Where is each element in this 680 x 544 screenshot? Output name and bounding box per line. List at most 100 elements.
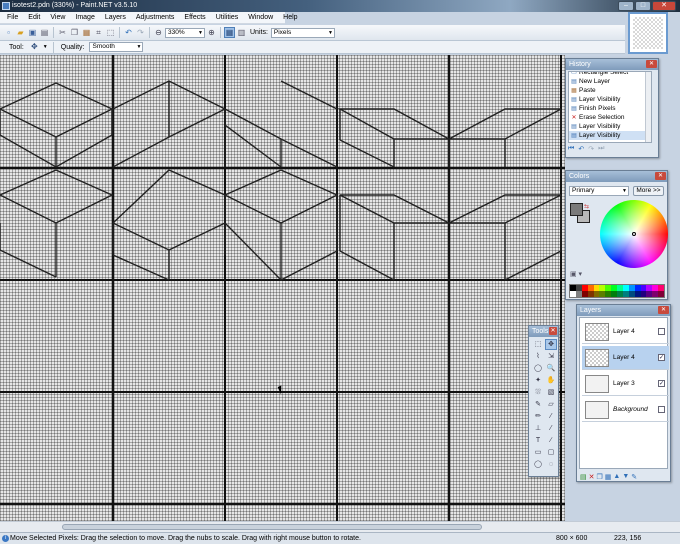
duplicate-layer-icon[interactable]: ❐ — [597, 473, 603, 481]
print-icon[interactable]: ▤ — [39, 27, 50, 38]
freeform-shape-icon[interactable]: ◌ — [545, 459, 557, 470]
rounded-rectangle-icon[interactable]: ▢ — [545, 447, 557, 458]
history-title[interactable]: History ✕ — [566, 59, 658, 70]
swap-colors-icon[interactable]: ⇆ — [584, 203, 589, 210]
close-icon[interactable]: ✕ — [549, 327, 557, 335]
ellipse-select-icon[interactable]: ◯ — [532, 363, 544, 374]
close-button[interactable]: ✕ — [652, 1, 676, 11]
image-thumbnail-tab[interactable] — [628, 12, 668, 54]
redo-icon[interactable]: ↷ — [135, 27, 146, 38]
paintbrush-icon[interactable]: ✎ — [532, 399, 544, 410]
color-mode-combo[interactable]: Primary ▼ — [569, 186, 629, 196]
history-item[interactable]: ▤ New Layer — [569, 77, 651, 86]
copy-icon[interactable]: ❐ — [69, 27, 80, 38]
layer-row[interactable]: Layer 4 ✓ — [582, 346, 669, 370]
scrollbar-thumb[interactable] — [62, 524, 482, 530]
layer-row[interactable]: Background — [582, 398, 669, 422]
layer-visibility-checkbox[interactable] — [658, 328, 665, 335]
move-layer-down-icon[interactable]: ▼ — [622, 473, 629, 481]
maximize-button[interactable]: □ — [635, 1, 651, 11]
menu-window[interactable]: Window — [243, 12, 278, 24]
layer-properties-icon[interactable]: ✎ — [631, 473, 637, 481]
save-icon[interactable]: ▣ — [27, 27, 38, 38]
move-selected-pixels-icon[interactable]: ✥ — [29, 42, 40, 53]
color-wheel[interactable] — [600, 200, 668, 268]
new-image-icon[interactable]: ▫ — [3, 27, 14, 38]
rewind-icon[interactable]: ⏮ — [568, 145, 574, 153]
undo-icon[interactable]: ↶ — [578, 145, 584, 153]
close-icon[interactable]: ✕ — [658, 306, 669, 314]
crop-icon[interactable]: ⌗ — [93, 27, 104, 38]
history-scrollbar[interactable] — [645, 72, 651, 142]
quality-combo[interactable]: Smooth ▼ — [89, 42, 144, 52]
fast-forward-icon[interactable]: ⏭ — [598, 145, 604, 153]
lasso-select-icon[interactable]: ⌇ — [532, 351, 544, 362]
undo-icon[interactable]: ↶ — [123, 27, 134, 38]
color-picker-icon[interactable]: ⁄ — [545, 411, 557, 422]
rulers-icon[interactable]: ▥ — [236, 27, 247, 38]
gradient-icon[interactable]: ▧ — [545, 387, 557, 398]
menu-edit[interactable]: Edit — [23, 12, 45, 24]
clone-stamp-icon[interactable]: ⊥ — [532, 423, 544, 434]
chevron-down-icon[interactable]: ▼ — [43, 44, 48, 50]
zoom-out-icon[interactable]: ⊖ — [153, 27, 164, 38]
text-icon[interactable]: T — [532, 435, 544, 446]
layer-visibility-checkbox[interactable]: ✓ — [658, 380, 665, 387]
history-item[interactable]: ▤ Layer Visibility — [569, 131, 651, 140]
history-item[interactable]: ▦ Paste — [569, 86, 651, 95]
close-icon[interactable]: ✕ — [646, 60, 657, 68]
more-colors-button[interactable]: More >> — [633, 186, 664, 196]
merge-layer-icon[interactable]: ▦ — [605, 473, 612, 481]
move-selection-icon[interactable]: ⇲ — [545, 351, 557, 362]
history-item[interactable]: ✕ Erase Selection — [569, 113, 651, 122]
palette-menu-icon[interactable]: ▣ ▾ — [570, 270, 582, 278]
zoom-icon[interactable]: 🔍 — [545, 363, 557, 374]
palette-swatch[interactable] — [658, 291, 664, 297]
line-curve-icon[interactable]: ∕ — [545, 435, 557, 446]
move-selected-pixels-icon[interactable]: ✥ — [545, 339, 557, 350]
pencil-icon[interactable]: ✏ — [532, 411, 544, 422]
primary-color-swatch[interactable] — [570, 203, 583, 216]
menu-image[interactable]: Image — [70, 12, 99, 24]
layer-row[interactable]: Layer 3 ✓ — [582, 372, 669, 396]
color-palette[interactable] — [569, 284, 665, 298]
horizontal-scrollbar[interactable] — [0, 521, 680, 532]
move-layer-up-icon[interactable]: ▲ — [613, 473, 620, 481]
menu-file[interactable]: File — [2, 12, 23, 24]
layer-visibility-checkbox[interactable] — [658, 406, 665, 413]
delete-layer-icon[interactable]: ✕ — [589, 473, 595, 481]
layer-row[interactable]: Layer 4 — [582, 320, 669, 344]
units-combo[interactable]: Pixels ▼ — [270, 27, 335, 38]
canvas[interactable] — [0, 55, 565, 521]
close-icon[interactable]: ✕ — [655, 172, 666, 180]
eraser-icon[interactable]: ▱ — [545, 399, 557, 410]
minimize-button[interactable]: – — [618, 1, 634, 11]
redo-icon[interactable]: ↷ — [588, 145, 594, 153]
menu-layers[interactable]: Layers — [100, 12, 131, 24]
menu-effects[interactable]: Effects — [179, 12, 210, 24]
history-item[interactable]: ▤ Layer Visibility — [569, 95, 651, 104]
add-layer-icon[interactable]: ▤ — [580, 473, 587, 481]
grid-icon[interactable]: ▦ — [224, 27, 235, 38]
zoom-in-icon[interactable]: ⊕ — [206, 27, 217, 38]
deselect-icon[interactable]: ⬚ — [105, 27, 116, 38]
menu-adjustments[interactable]: Adjustments — [131, 12, 180, 24]
magic-wand-icon[interactable]: ✦ — [532, 375, 544, 386]
paint-bucket-icon[interactable]: ⛆ — [532, 387, 544, 398]
rectangle-icon[interactable]: ▭ — [532, 447, 544, 458]
cut-icon[interactable]: ✂ — [57, 27, 68, 38]
history-item[interactable]: ▤ Layer Visibility — [569, 122, 651, 131]
menu-view[interactable]: View — [45, 12, 70, 24]
menu-utilities[interactable]: Utilities — [211, 12, 244, 24]
paste-icon[interactable]: ▦ — [81, 27, 92, 38]
colors-title[interactable]: Colors ✕ — [566, 171, 667, 182]
recolor-icon[interactable]: ⁄ — [545, 423, 557, 434]
rectangle-select-icon[interactable]: ⬚ — [532, 339, 544, 350]
history-item[interactable]: ▤ Finish Pixels — [569, 104, 651, 113]
pan-icon[interactable]: ✋ — [545, 375, 557, 386]
tools-title[interactable]: Tools ✕ — [529, 326, 558, 337]
menu-help[interactable]: Help — [278, 12, 302, 24]
layer-visibility-checkbox[interactable]: ✓ — [658, 354, 665, 361]
ellipse-icon[interactable]: ◯ — [532, 459, 544, 470]
layers-title[interactable]: Layers ✕ — [577, 305, 670, 316]
